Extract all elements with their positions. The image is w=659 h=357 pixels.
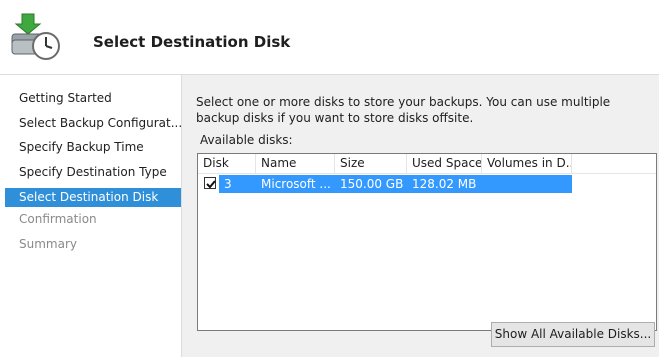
sidebar-item-select-backup-configuration[interactable]: Select Backup Configurat... <box>5 114 181 133</box>
sidebar-item-specify-backup-time[interactable]: Specify Backup Time <box>5 138 181 157</box>
table-row[interactable]: 3 Microsoft ... 150.00 GB 128.02 MB <box>198 175 572 193</box>
wizard-header: Select Destination Disk <box>0 0 659 75</box>
sidebar-item-getting-started[interactable]: Getting Started <box>5 89 181 108</box>
page-title: Select Destination Disk <box>93 33 291 51</box>
show-all-disks-button[interactable]: Show All Available Disks... <box>491 322 655 347</box>
sidebar-item-summary: Summary <box>19 237 77 251</box>
column-header-size[interactable]: Size <box>335 154 407 173</box>
cell-disk: 3 <box>219 175 256 193</box>
check-icon <box>206 180 216 189</box>
column-header-volumes[interactable]: Volumes in D... <box>482 154 572 173</box>
disk-checkbox[interactable] <box>204 177 216 189</box>
sidebar-item-confirmation: Confirmation <box>19 212 97 226</box>
sidebar-item-specify-destination-type[interactable]: Specify Destination Type <box>5 163 181 182</box>
column-header-used-space[interactable]: Used Space <box>407 154 482 173</box>
instruction-text: Select one or more disks to store your b… <box>196 95 611 125</box>
disk-list-header: Disk Name Size Used Space Volumes in D..… <box>198 154 656 174</box>
cell-size: 150.00 GB <box>335 175 407 193</box>
main-panel: Select one or more disks to store your b… <box>182 75 659 357</box>
cell-name: Microsoft ... <box>256 175 335 193</box>
column-header-disk[interactable]: Disk <box>198 154 256 173</box>
wizard-sidebar: Getting Started Select Backup Configurat… <box>0 75 181 357</box>
sidebar-item-select-destination-disk[interactable]: Select Destination Disk <box>5 188 181 207</box>
cell-used-space: 128.02 MB <box>407 175 482 193</box>
cell-volumes <box>482 175 572 193</box>
available-disks-label: Available disks: <box>200 133 293 147</box>
column-header-name[interactable]: Name <box>256 154 335 173</box>
backup-clock-icon <box>8 10 62 64</box>
disk-list[interactable]: Disk Name Size Used Space Volumes in D..… <box>197 153 657 331</box>
